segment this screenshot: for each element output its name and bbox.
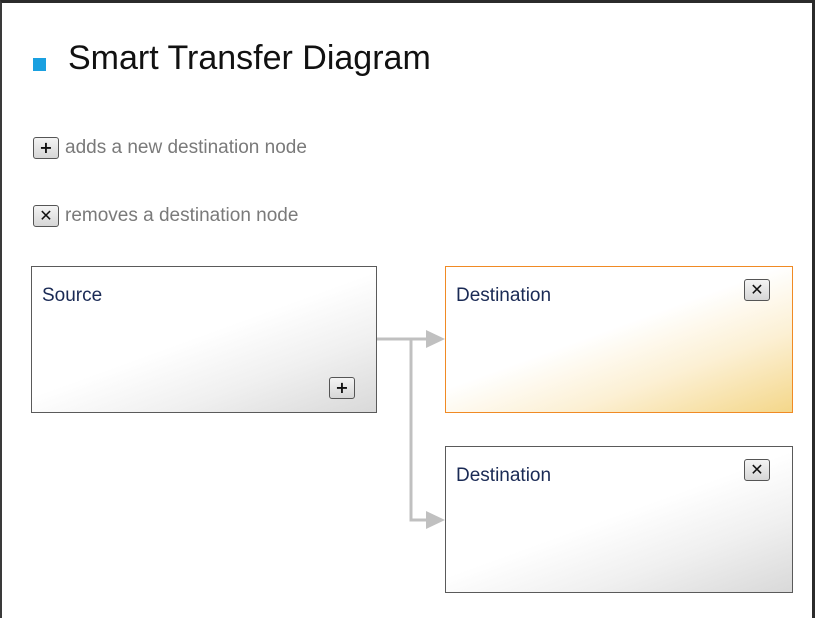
connector-source-to-dest2 (409, 339, 432, 522)
destination-node[interactable]: Destination ✕ (445, 266, 793, 413)
remove-destination-button[interactable]: ✕ (744, 279, 770, 301)
add-destination-button[interactable]: + (329, 377, 355, 399)
source-label: Source (42, 285, 103, 306)
arrowhead-dest2 (426, 511, 445, 529)
diagram-panel: Smart Transfer Diagram + adds a new dest… (0, 0, 815, 618)
arrowhead-dest1 (426, 330, 445, 348)
source-node[interactable]: Source + (31, 266, 377, 413)
remove-destination-button[interactable]: ✕ (744, 459, 770, 481)
destination-node[interactable]: Destination ✕ (445, 446, 793, 593)
destination-label: Destination (456, 285, 552, 306)
destination-label: Destination (456, 465, 552, 486)
